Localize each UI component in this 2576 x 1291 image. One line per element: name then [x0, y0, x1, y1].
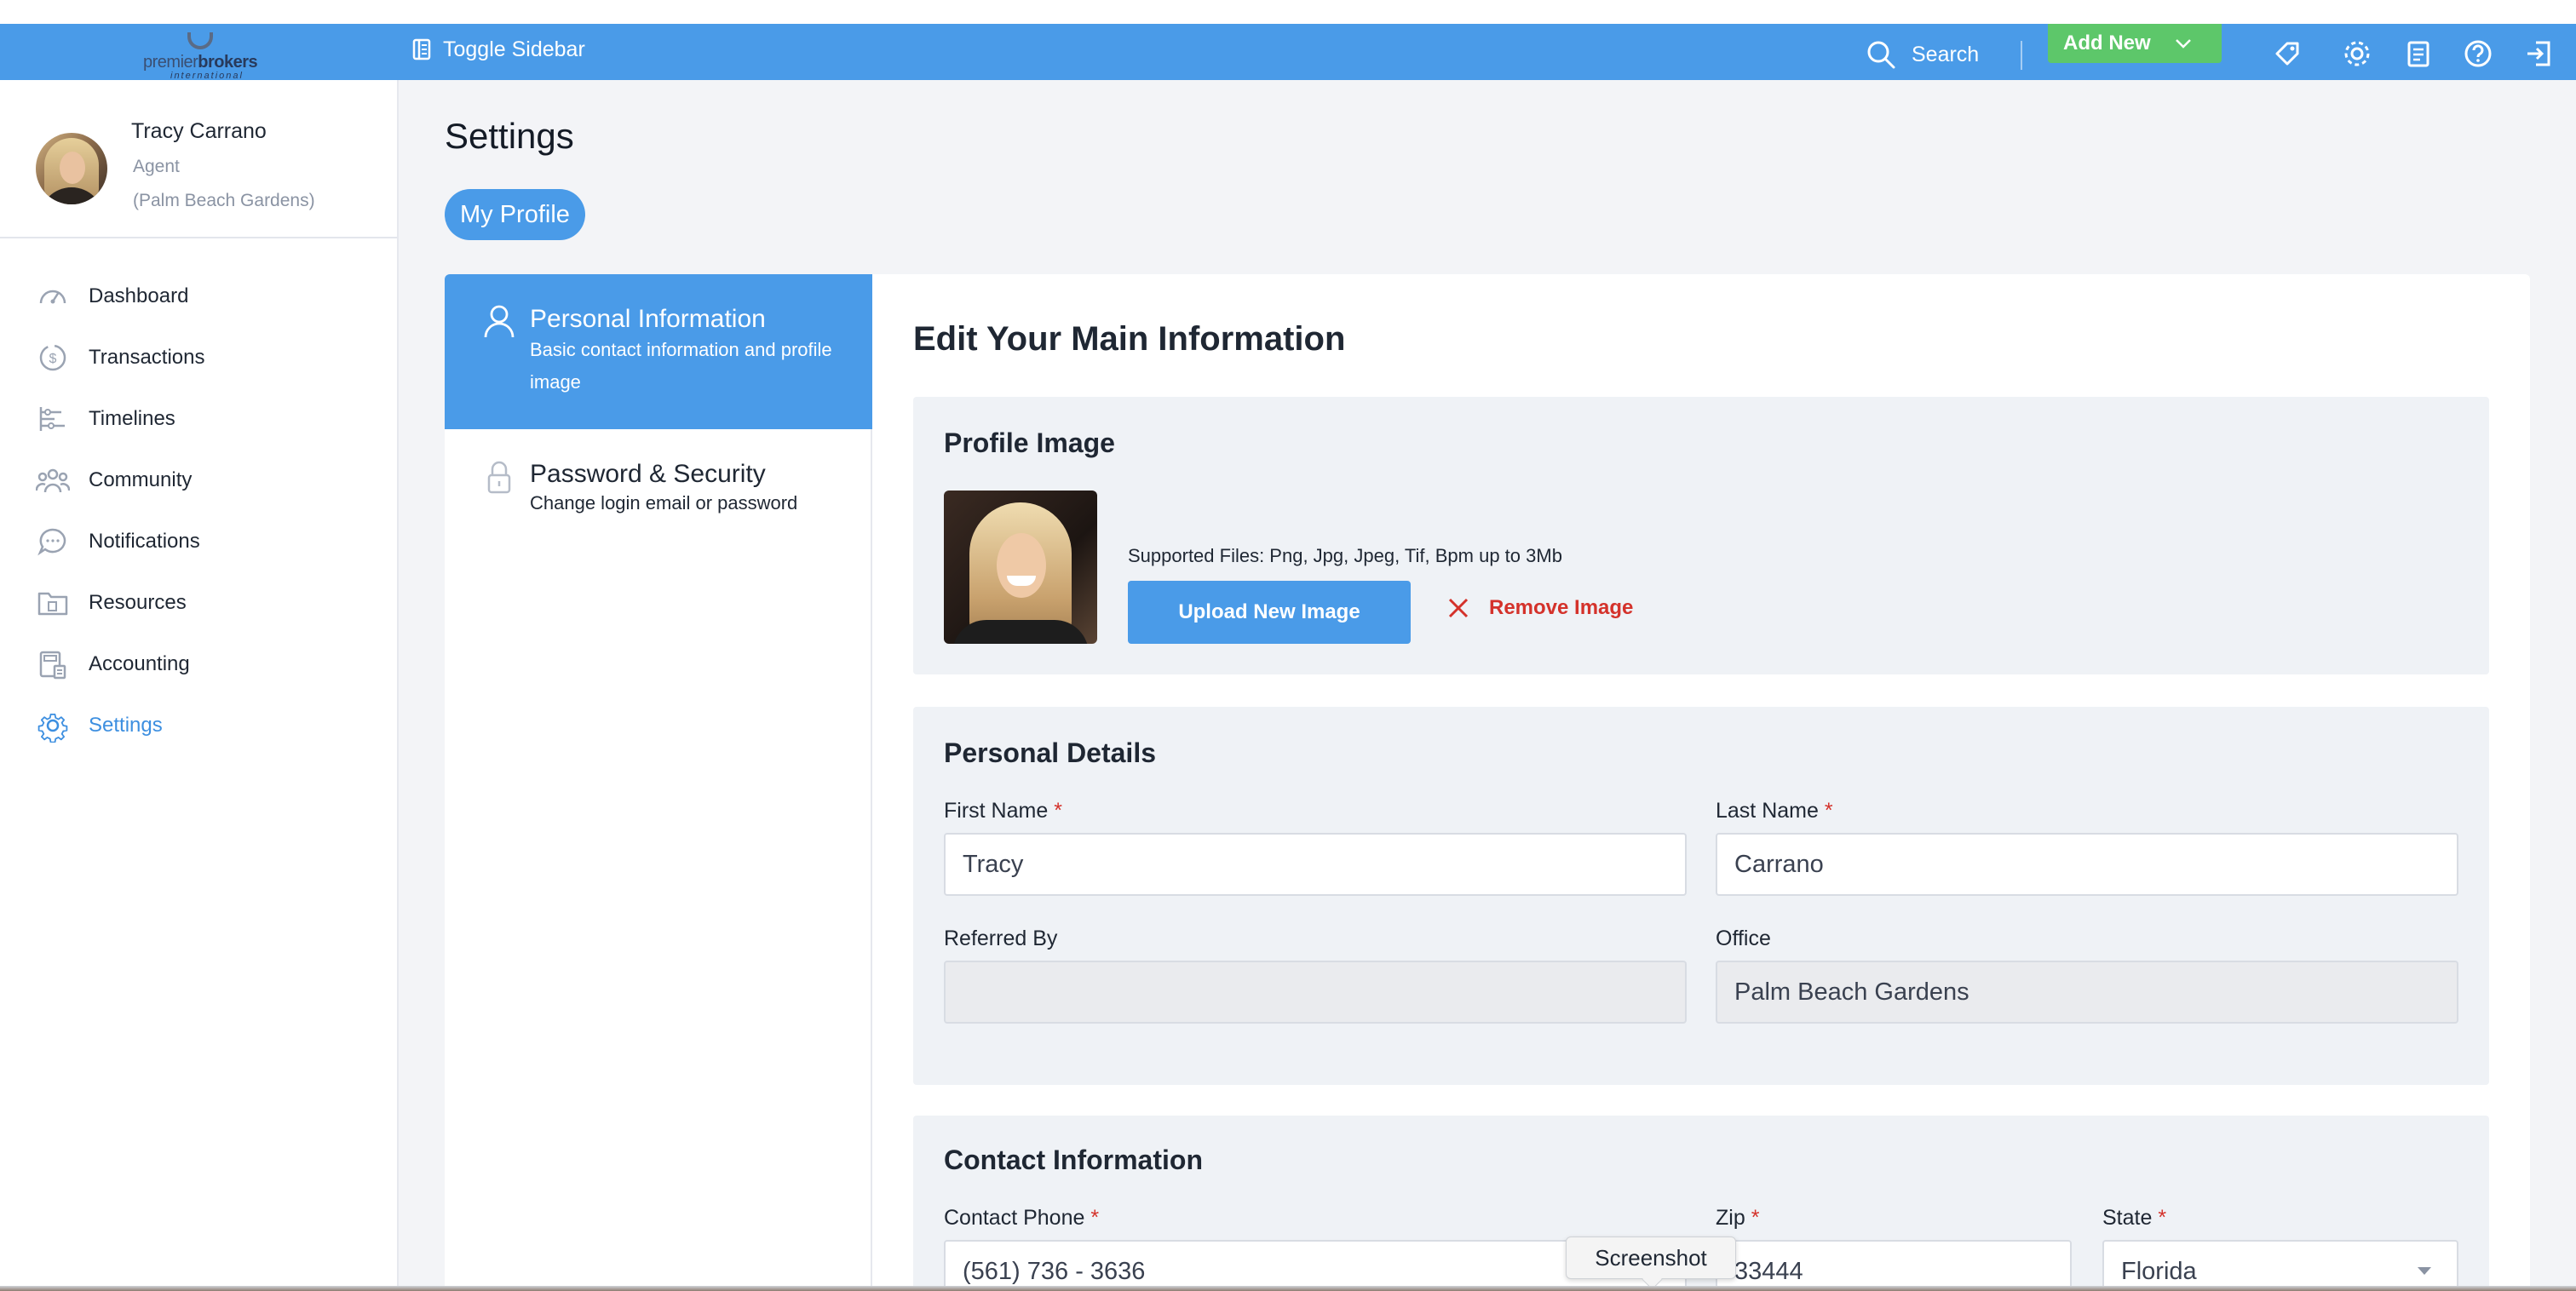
remove-image-label: Remove Image — [1489, 596, 1634, 619]
state-label: State * — [2102, 1206, 2167, 1230]
main-heading: Edit Your Main Information — [913, 320, 1346, 358]
tab-password-security[interactable]: Password & Security Change login email o… — [445, 429, 872, 531]
user-name: Tracy Carrano — [131, 119, 267, 143]
people-icon — [36, 468, 70, 493]
office-label: Office — [1716, 927, 1771, 950]
last-name-field[interactable]: Carrano — [1716, 833, 2458, 896]
bottom-edge — [0, 1286, 2576, 1291]
user-icon — [484, 305, 515, 338]
dollar-circle-icon: $ — [39, 344, 66, 371]
zip-label: Zip * — [1716, 1206, 1760, 1230]
tab-title: Personal Information — [530, 305, 766, 333]
tag-icon — [2275, 42, 2299, 66]
header-logout-button[interactable] — [2521, 36, 2557, 72]
sidebar-item-label: Resources — [89, 591, 187, 614]
sidebar-item-community[interactable]: Community — [0, 450, 397, 511]
header-bar: premierbrokers international Toggle Side… — [0, 24, 2576, 81]
settings-tabs: Personal Information Basic contact infor… — [445, 274, 872, 1291]
tab-subtitle: Change login email or password — [530, 492, 798, 514]
sidebar-item-dashboard[interactable]: Dashboard — [0, 266, 397, 327]
personal-details-card: Personal Details First Name * Tracy Last… — [913, 707, 2489, 1085]
tab-personal-information[interactable]: Personal Information Basic contact infor… — [445, 274, 872, 429]
sidebar-item-label: Dashboard — [89, 284, 189, 307]
last-name-label: Last Name * — [1716, 799, 1833, 823]
sidebar-item-notifications[interactable]: Notifications — [0, 511, 397, 572]
logo-mark-icon — [187, 32, 213, 49]
chevron-down-icon — [2175, 39, 2191, 49]
personal-details-title: Personal Details — [944, 737, 1156, 768]
documents-icon — [2407, 41, 2429, 67]
my-profile-pill[interactable]: My Profile — [445, 189, 585, 240]
settings-panel: Personal Information Basic contact infor… — [445, 274, 2530, 1291]
lock-icon — [487, 461, 511, 494]
sidebar-item-accounting[interactable]: Accounting — [0, 634, 397, 695]
dropdown-arrow-icon — [2418, 1267, 2431, 1275]
sidebar-item-timelines[interactable]: Timelines — [0, 388, 397, 450]
sidebar: Tracy Carrano Agent (Palm Beach Gardens)… — [0, 80, 399, 1291]
state-select[interactable]: Florida — [2102, 1240, 2458, 1291]
help-icon — [2464, 40, 2492, 67]
tab-subtitle: Basic contact information and profile im… — [530, 339, 832, 393]
add-new-label: Add New — [2063, 32, 2151, 55]
screenshot-tooltip: Screenshot — [1566, 1236, 1736, 1279]
timeline-icon — [39, 407, 65, 431]
gauge-icon — [39, 290, 66, 304]
header-divider — [2021, 41, 2022, 70]
contact-information-title: Contact Information — [944, 1145, 1203, 1175]
chat-bubble-icon — [37, 528, 66, 556]
close-icon — [1448, 598, 1469, 618]
sidebar-nav: Dashboard $ Transactions Timelines Commu… — [0, 266, 397, 756]
first-name-field[interactable]: Tracy — [944, 833, 1687, 896]
user-profile-block: Tracy Carrano Agent (Palm Beach Gardens) — [0, 80, 397, 238]
tab-title: Password & Security — [530, 460, 766, 488]
first-name-label: First Name * — [944, 799, 1062, 823]
user-office: (Palm Beach Gardens) — [133, 191, 315, 210]
office-field: Palm Beach Gardens — [1716, 961, 2458, 1024]
referred-by-field — [944, 961, 1687, 1024]
logo-text: premierbrokers — [143, 53, 258, 72]
header-help-button[interactable] — [2460, 36, 2496, 72]
sidebar-item-label: Accounting — [89, 652, 190, 675]
sidebar-item-label: Transactions — [89, 346, 205, 369]
header-tags-button[interactable] — [2269, 36, 2305, 72]
sidebar-item-label: Settings — [89, 714, 163, 737]
contact-phone-label: Contact Phone * — [944, 1206, 1100, 1230]
logout-icon — [2527, 41, 2550, 66]
avatar[interactable] — [36, 133, 107, 204]
search-icon — [1867, 41, 1895, 69]
svg-text:$: $ — [49, 352, 57, 366]
add-new-button[interactable]: Add New — [2048, 24, 2222, 63]
toggle-sidebar-button[interactable]: Toggle Sidebar — [412, 37, 585, 61]
profile-photo — [944, 491, 1097, 644]
sidebar-item-transactions[interactable]: $ Transactions — [0, 327, 397, 388]
profile-image-title: Profile Image — [944, 427, 1115, 458]
sidebar-item-label: Community — [89, 468, 193, 491]
header-search-label: Search — [1912, 42, 1980, 66]
user-role: Agent — [133, 157, 180, 176]
upload-image-button[interactable]: Upload New Image — [1128, 581, 1411, 644]
calculator-icon — [39, 651, 66, 680]
top-strip — [0, 0, 2576, 24]
page-title: Settings — [445, 116, 574, 156]
sidebar-item-label: Timelines — [89, 407, 175, 430]
folder-icon — [37, 592, 68, 616]
sidebar-item-label: Notifications — [89, 530, 200, 553]
header-settings-button[interactable] — [2339, 36, 2375, 72]
sidebar-item-settings[interactable]: Settings — [0, 695, 397, 756]
gear-icon — [37, 713, 68, 743]
profile-image-card: Profile Image Supported Files: Png, Jpg,… — [913, 397, 2489, 674]
state-selected-value: Florida — [2121, 1257, 2197, 1285]
logo[interactable]: premierbrokers international — [136, 32, 264, 81]
supported-files-text: Supported Files: Png, Jpg, Jpeg, Tif, Bp… — [1128, 545, 1562, 566]
header-search-button[interactable]: Search — [1866, 39, 1979, 70]
sidebar-toggle-icon — [412, 38, 431, 60]
remove-image-button[interactable]: Remove Image — [1446, 596, 1633, 620]
gear-icon — [2344, 41, 2370, 66]
toggle-sidebar-label: Toggle Sidebar — [443, 37, 585, 61]
header-documents-button[interactable] — [2401, 36, 2436, 72]
referred-by-label: Referred By — [944, 927, 1058, 950]
zip-field[interactable]: 33444 — [1716, 1240, 2072, 1291]
sidebar-item-resources[interactable]: Resources — [0, 572, 397, 634]
